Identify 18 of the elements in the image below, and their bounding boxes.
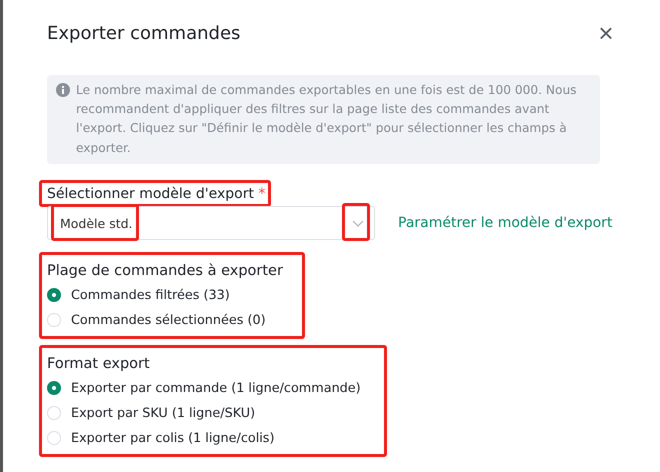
field-label: Sélectionner modèle d'export *	[47, 184, 266, 204]
radio-option[interactable]: Commandes filtrées (33)	[47, 282, 305, 308]
radio-option[interactable]: Export par SKU (1 ligne/SKU)	[47, 400, 387, 426]
section-title: Plage de commandes à exporter	[47, 262, 284, 281]
radio-button[interactable]	[47, 288, 61, 302]
info-icon	[56, 83, 70, 97]
radio-option[interactable]: Commandes sélectionnées (0)	[47, 308, 305, 333]
template-settings-link[interactable]: Paramétrer le modèle d'export	[398, 214, 612, 231]
info-text: Le nombre maximal de commandes exportables en une fois est de 100 000. Nous recommandent d'appliquer des filtres sur la page liste des commandes avant l'export. Cliquez sur "Définir le modèle d'export" pour sélectionner les champs à exporter.	[76, 82, 578, 157]
required-mark: *	[258, 186, 266, 202]
template-select[interactable]: Modèle std.	[47, 206, 375, 240]
dialog-title: Exporter commandes	[47, 22, 240, 44]
radio-button[interactable]	[47, 381, 61, 396]
radio-option[interactable]: Exporter par commande (1 ligne/commande)	[47, 376, 387, 401]
select-value: Modèle std.	[60, 216, 133, 232]
radio-option[interactable]: Exporter par colis (1 ligne/colis)	[47, 426, 387, 451]
section-title: Format export	[47, 354, 151, 374]
chevron-down-icon	[352, 220, 364, 228]
